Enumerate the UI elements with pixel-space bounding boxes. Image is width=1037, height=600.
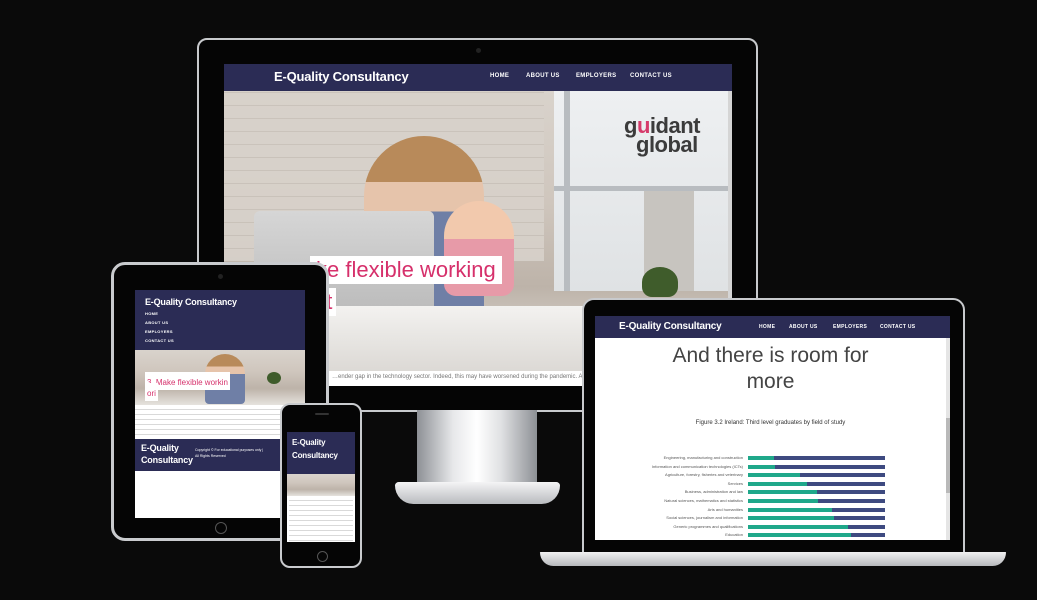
laptop-scrollbar-thumb[interactable] (946, 418, 950, 493)
monitor-stand (417, 410, 537, 482)
desktop-navbar: E-Quality Consultancy HOME ABOUT US EMPL… (224, 64, 732, 91)
chart-bar (748, 524, 848, 529)
tablet-copyright-2: All Rights Reserved (195, 454, 226, 458)
nav-contact-us[interactable]: CONTACT US (630, 73, 672, 79)
chart-bar (775, 464, 885, 469)
chart-bar (748, 499, 818, 503)
tablet-home-button[interactable] (215, 522, 227, 534)
phone-brand-2[interactable]: Consultancy (292, 451, 338, 460)
chart-category-label: Engineering, manufacturing and construct… (663, 455, 743, 460)
chart-bar (748, 473, 801, 478)
phone-brand-1[interactable]: E-Quality (292, 438, 326, 447)
chart-category-label: Information and communication technologi… (651, 463, 743, 469)
tablet-navbar: E-Quality Consultancy HOME ABOUT US EMPL… (135, 290, 305, 350)
tablet-footer-brand-2: Consultancy (141, 455, 193, 465)
laptop-nav-about-us[interactable]: ABOUT US (789, 324, 818, 330)
laptop-nav-home[interactable]: HOME (759, 324, 775, 330)
phone-hero-image (287, 474, 355, 496)
chart-category-label: Social sciences, journalism and informat… (666, 515, 743, 521)
chart-bar (806, 481, 885, 486)
laptop-scrollbar[interactable] (946, 338, 950, 540)
chart-category-label: Natural sciences, mathematics and statis… (664, 498, 743, 503)
chart-category-label: Services (727, 480, 743, 486)
tablet-brand[interactable]: E-Quality Consultancy (145, 297, 237, 307)
site-brand[interactable]: E-Quality Consultancy (274, 69, 409, 84)
phone-screen: E-Quality Consultancy (287, 432, 355, 542)
section-heading-line2: more (746, 370, 795, 393)
section-heading-line1: And there is room for (672, 344, 869, 367)
tablet-nav-home[interactable]: HOME (145, 311, 158, 316)
hero-headline-text: ke flexible working (316, 257, 496, 282)
nav-home[interactable]: HOME (490, 73, 509, 79)
tablet-footer-brand-1: E-Quality (141, 443, 179, 453)
guidant-global-logo: guidant global (624, 113, 700, 157)
window-frame (554, 186, 732, 191)
chart-category-label: Education (725, 532, 743, 538)
nav-about-us[interactable]: ABOUT US (526, 73, 560, 79)
desktop-camera (476, 48, 481, 53)
tablet-step-heading-2: ori (145, 383, 158, 401)
laptop-screen: E-Quality Consultancy HOME ABOUT US EMPL… (595, 316, 950, 540)
phone-body-text (289, 498, 353, 542)
chart-bar (748, 507, 832, 512)
chart-bar (817, 499, 885, 503)
chart-bar (748, 456, 775, 460)
phone-speaker (315, 413, 329, 415)
figure-title: Figure 3.2 Ireland: Third level graduate… (695, 420, 846, 426)
chart-bar (850, 533, 885, 538)
tablet-hero-plant (267, 372, 281, 384)
plant (642, 267, 678, 297)
tablet-nav-employers[interactable]: EMPLOYERS (145, 329, 173, 334)
laptop-navbar: E-Quality Consultancy HOME ABOUT US EMPL… (595, 316, 950, 338)
chart-bar (748, 464, 776, 469)
chart-bar (800, 473, 885, 478)
chart-category-label: Generic programmes and qualifications (673, 523, 743, 529)
chart-category-label: Agriculture, forestry, fisheries and vet… (665, 472, 743, 478)
chart-bar (748, 481, 807, 486)
laptop-base (540, 552, 1006, 566)
hero-headline-line1: ke flexible working (310, 256, 502, 284)
laptop-nav-contact-us[interactable]: CONTACT US (880, 324, 915, 330)
phone-home-button[interactable] (317, 551, 328, 562)
tablet-nav-about-us[interactable]: ABOUT US (145, 320, 168, 325)
tablet-copyright-1: Copyright © For educational purposes onl… (195, 448, 264, 452)
chart-bar (834, 516, 885, 521)
laptop-brand[interactable]: E-Quality Consultancy (619, 321, 722, 332)
laptop-nav-employers[interactable]: EMPLOYERS (833, 324, 867, 330)
chart-bar (748, 516, 835, 521)
chart-bar (831, 507, 885, 512)
monitor-base (395, 482, 560, 504)
phone: E-Quality Consultancy (280, 403, 362, 568)
chart-bar (848, 524, 885, 529)
chart-bar (748, 533, 851, 538)
laptop: E-Quality Consultancy HOME ABOUT US EMPL… (582, 298, 965, 554)
chart-bar (816, 490, 885, 495)
graduates-chart: Engineering, manufacturing and construct… (595, 448, 946, 540)
chart-bar (774, 456, 885, 460)
window-frame (564, 91, 570, 291)
phone-navbar: E-Quality Consultancy (287, 432, 355, 474)
chart-category-label: Arts and humanities (707, 506, 743, 512)
chart-bar (748, 490, 817, 495)
tablet-camera (218, 274, 223, 279)
chart-category-label: Business, administration and law (684, 489, 743, 495)
section-heading: And there is room for more (595, 343, 946, 395)
tablet-nav-contact-us[interactable]: CONTACT US (145, 338, 174, 343)
nav-employers[interactable]: EMPLOYERS (576, 73, 616, 79)
